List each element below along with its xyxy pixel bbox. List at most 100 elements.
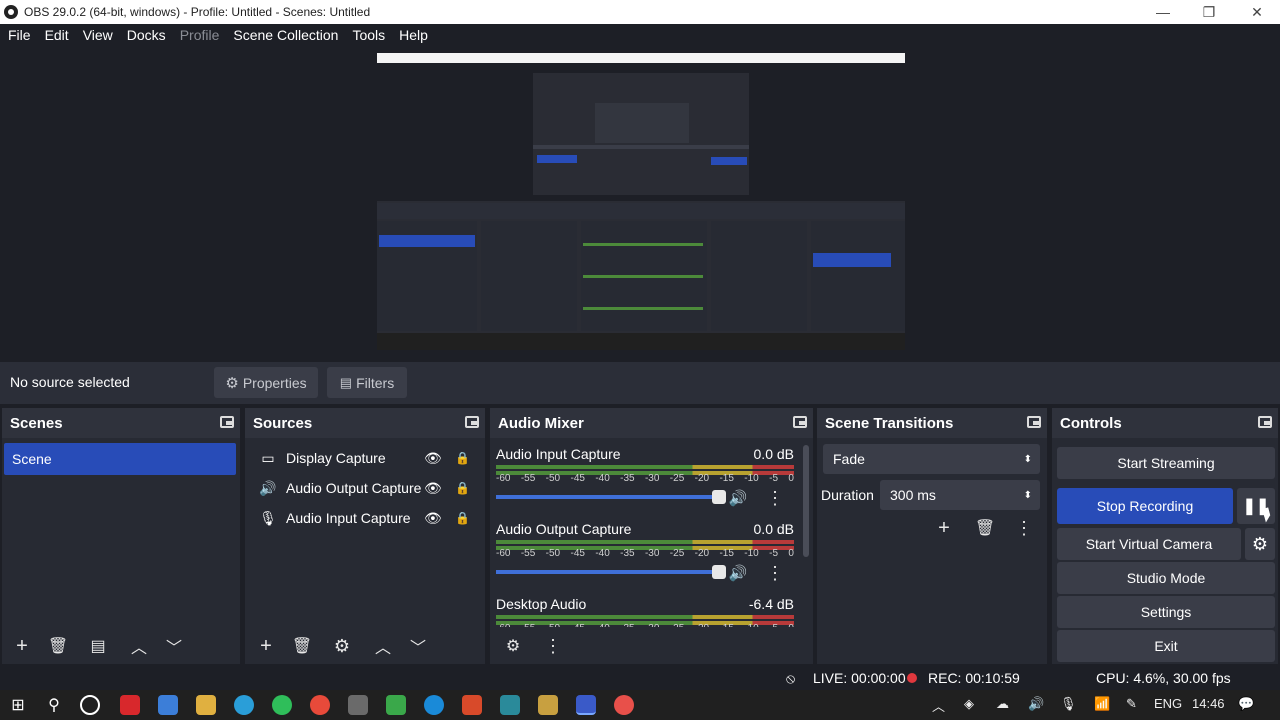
menu-edit[interactable]: Edit — [45, 27, 69, 43]
mixer-menu-icon[interactable]: ⋮ — [540, 634, 566, 658]
close-button[interactable]: ✕ — [1234, 0, 1280, 24]
menu-view[interactable]: View — [83, 27, 113, 43]
add-source-icon[interactable]: + — [253, 634, 279, 658]
source-item-audio-output-capture[interactable]: 🔊 Audio Output Capture 👁 🔒 — [252, 475, 482, 501]
remove-transition-icon[interactable]: 🗑 — [972, 516, 998, 540]
tray-chevron-icon[interactable]: ︿ — [932, 696, 945, 715]
notepad-icon[interactable] — [386, 695, 406, 715]
edge-icon[interactable] — [424, 695, 444, 715]
filters-button[interactable]: ▤ Filters — [327, 367, 407, 398]
transition-menu-icon[interactable]: ⋮ — [1011, 516, 1037, 540]
volume-slider[interactable] — [496, 565, 726, 579]
filter-icon: ▤ — [339, 374, 353, 390]
notifications-icon[interactable]: 💬 — [1238, 696, 1254, 712]
app-icon-tan[interactable] — [538, 695, 558, 715]
app-icon-teal[interactable] — [500, 695, 520, 715]
app-icon-gray[interactable] — [348, 695, 368, 715]
microphone-tray-icon[interactable]: 🎙 — [1060, 696, 1077, 712]
windows-start-icon[interactable]: ⊞ — [8, 695, 28, 715]
undock-icon[interactable] — [793, 416, 807, 428]
undock-icon[interactable] — [1027, 416, 1041, 428]
scene-list-item[interactable]: Scene — [4, 443, 236, 475]
scenes-title: Scenes — [10, 414, 63, 432]
minimize-button[interactable]: — — [1140, 0, 1186, 24]
add-transition-icon[interactable]: + — [931, 516, 957, 540]
app-icon-red[interactable] — [120, 695, 140, 715]
no-source-label: No source selected — [10, 374, 130, 390]
settings-button[interactable]: Settings — [1057, 596, 1275, 628]
preview-canvas[interactable] — [377, 53, 905, 350]
search-icon[interactable]: ⚲ — [44, 695, 64, 715]
lock-icon[interactable]: 🔒 — [455, 481, 470, 495]
obs-taskbar-icon[interactable] — [576, 695, 596, 715]
powerpoint-icon[interactable] — [462, 695, 482, 715]
file-explorer-icon[interactable] — [196, 695, 216, 715]
remove-scene-icon[interactable]: 🗑 — [45, 634, 71, 658]
cpu-status: CPU: 4.6%, 30.00 fps — [1096, 670, 1231, 686]
move-down-icon[interactable]: ﹀ — [405, 634, 431, 658]
menu-profile[interactable]: Profile — [180, 27, 220, 43]
undock-icon[interactable] — [220, 416, 234, 428]
properties-button[interactable]: ⚙ Properties — [214, 367, 318, 398]
menu-tools[interactable]: Tools — [352, 27, 385, 43]
virtual-camera-settings-button[interactable]: ⚙ — [1245, 528, 1275, 560]
tray-app-icon[interactable]: ◈ — [964, 696, 974, 712]
telegram-icon[interactable] — [234, 695, 254, 715]
stop-recording-button[interactable]: Stop Recording — [1057, 488, 1233, 524]
menu-help[interactable]: Help — [399, 27, 428, 43]
advanced-audio-gears-icon[interactable]: ⚙ — [500, 634, 526, 658]
cortana-icon[interactable] — [80, 695, 100, 715]
channel-db: 0.0 dB — [753, 521, 794, 537]
volume-icon[interactable]: 🔊 — [1028, 696, 1044, 712]
volume-slider[interactable] — [496, 490, 726, 504]
scene-transitions-header: Scene Transitions — [817, 408, 1047, 438]
duration-value: 300 ms — [890, 487, 936, 503]
transition-select[interactable]: Fade ⬍ — [823, 444, 1040, 474]
microphone-icon: 🎙 — [259, 509, 277, 526]
whatsapp-icon[interactable] — [272, 695, 292, 715]
visibility-eye-icon[interactable]: 👁 — [424, 450, 442, 467]
exit-button[interactable]: Exit — [1057, 630, 1275, 662]
add-scene-icon[interactable]: + — [9, 634, 35, 658]
mixer-channel-audio-output: Audio Output Capture 0.0 dB — [496, 521, 794, 539]
chrome-icon-2[interactable] — [614, 695, 634, 715]
pen-icon[interactable]: ✎ — [1126, 696, 1137, 712]
visibility-eye-icon[interactable]: 👁 — [424, 480, 442, 497]
remove-source-icon[interactable]: 🗑 — [289, 634, 315, 658]
source-item-display-capture[interactable]: ▭ Display Capture 👁 🔒 — [252, 445, 482, 471]
menu-docks[interactable]: Docks — [127, 27, 166, 43]
start-virtual-camera-button[interactable]: Start Virtual Camera — [1057, 528, 1241, 560]
menu-file[interactable]: File — [8, 27, 31, 43]
channel-menu-icon[interactable]: ⋮ — [762, 561, 788, 585]
duration-label: Duration — [821, 487, 874, 503]
wifi-icon[interactable]: 📶 — [1094, 696, 1110, 712]
mute-speaker-icon[interactable]: 🔊 — [725, 561, 751, 585]
restore-button[interactable]: ❐ — [1186, 0, 1232, 24]
studio-mode-button[interactable]: Studio Mode — [1057, 562, 1275, 594]
source-properties-icon[interactable]: ⚙ — [329, 634, 355, 658]
source-item-audio-input-capture[interactable]: 🎙 Audio Input Capture 👁 🔒 — [252, 505, 482, 531]
tray-cloud-icon[interactable]: ☁ — [996, 696, 1009, 712]
undock-icon[interactable] — [465, 416, 479, 428]
language-indicator[interactable]: ENG — [1154, 696, 1182, 711]
menu-scene-collection[interactable]: Scene Collection — [233, 27, 338, 43]
move-up-icon[interactable]: ︿ — [370, 634, 396, 658]
channel-menu-icon[interactable]: ⋮ — [762, 486, 788, 510]
visibility-eye-icon[interactable]: 👁 — [424, 510, 442, 527]
app-icon-copilot[interactable] — [158, 695, 178, 715]
clock[interactable]: 14:46 — [1192, 696, 1225, 711]
move-up-icon[interactable]: ︿ — [126, 634, 152, 658]
sources-header: Sources — [245, 408, 485, 438]
scene-transitions-title: Scene Transitions — [825, 414, 954, 432]
lock-icon[interactable]: 🔒 — [455, 511, 470, 525]
mixer-scrollbar[interactable] — [803, 445, 809, 557]
move-down-icon[interactable]: ﹀ — [161, 634, 187, 658]
scenes-header: Scenes — [2, 408, 240, 438]
undock-icon[interactable] — [1258, 416, 1272, 428]
mute-speaker-icon[interactable]: 🔊 — [725, 486, 751, 510]
duration-spinbox[interactable]: 300 ms ⬍ — [880, 480, 1040, 510]
scene-filters-icon[interactable]: ▤ — [85, 634, 111, 658]
lock-icon[interactable]: 🔒 — [455, 451, 470, 465]
start-streaming-button[interactable]: Start Streaming — [1057, 447, 1275, 479]
chrome-icon[interactable] — [310, 695, 330, 715]
